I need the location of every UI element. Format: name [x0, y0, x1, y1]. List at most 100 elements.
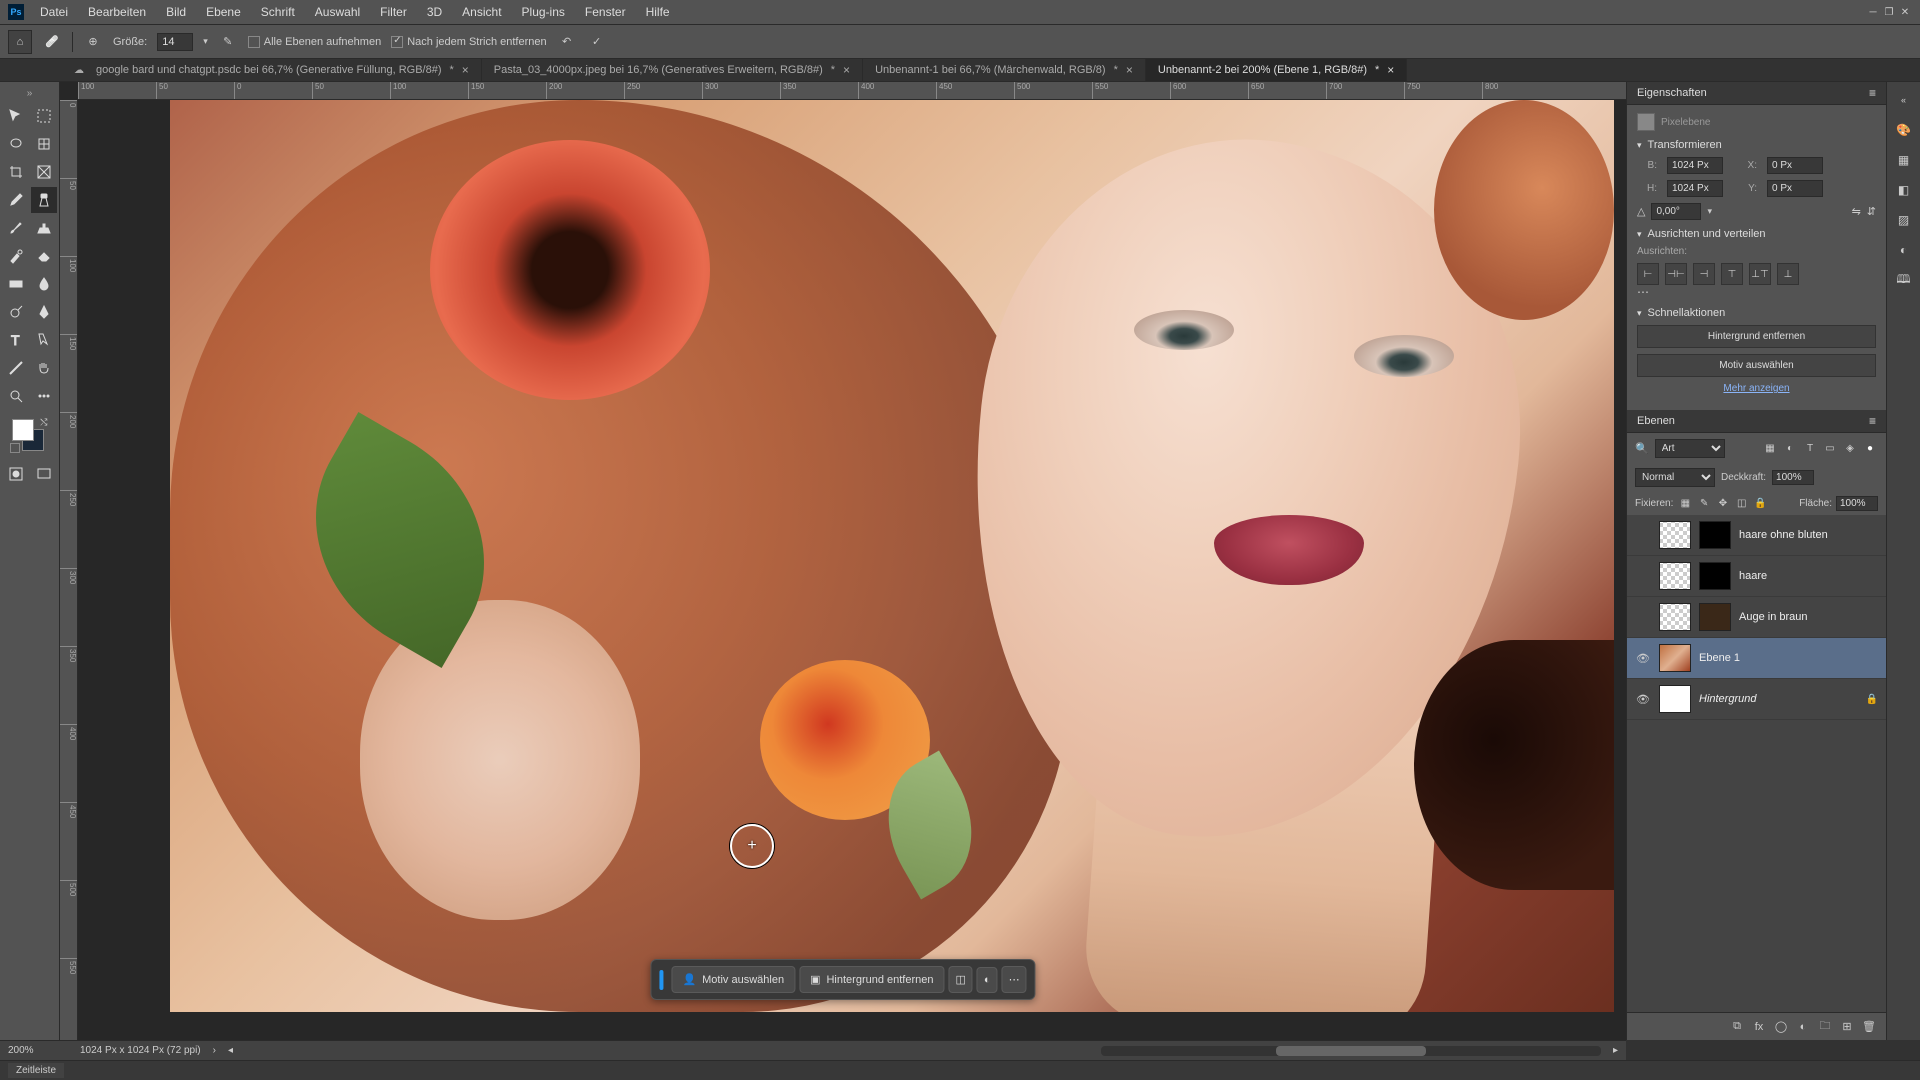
menu-3d[interactable]: 3D: [419, 1, 450, 23]
foreground-color[interactable]: [12, 419, 34, 441]
visibility-toggle[interactable]: [1635, 609, 1651, 625]
layer-mask-thumbnail[interactable]: [1699, 521, 1731, 549]
filter-adjust-icon[interactable]: ◐: [1782, 441, 1798, 457]
angle-input[interactable]: [1651, 203, 1701, 220]
layer-fx-icon[interactable]: fx: [1750, 1018, 1768, 1036]
type-tool[interactable]: T: [3, 327, 29, 353]
adjustment-icon[interactable]: ◐: [977, 967, 998, 993]
more-options-icon[interactable]: ⋯: [1002, 966, 1027, 993]
properties-panel-title[interactable]: Eigenschaften ≡: [1627, 82, 1886, 105]
align-top-icon[interactable]: ⊤: [1721, 263, 1743, 285]
qa-more-link[interactable]: Mehr anzeigen: [1637, 383, 1876, 394]
layer-thumbnail[interactable]: [1659, 521, 1691, 549]
crop-tool[interactable]: [3, 159, 29, 185]
height-input[interactable]: [1667, 180, 1723, 197]
lock-all-icon[interactable]: 🔒: [1752, 495, 1768, 511]
sample-all-checkbox[interactable]: Alle Ebenen aufnehmen: [248, 36, 381, 48]
remove-after-checkbox[interactable]: Nach jedem Strich entfernen: [391, 36, 546, 48]
layer-name[interactable]: haare ohne bluten: [1739, 529, 1828, 541]
lasso-tool[interactable]: [3, 131, 29, 157]
align-section-header[interactable]: ▾Ausrichten und verteilen: [1637, 228, 1876, 240]
move-tool[interactable]: [3, 103, 29, 129]
opacity-input[interactable]: [1772, 470, 1814, 485]
menu-select[interactable]: Auswahl: [307, 1, 368, 23]
info-arrow-icon[interactable]: ›: [213, 1045, 216, 1056]
swap-colors-icon[interactable]: ⤭: [40, 417, 47, 428]
zoom-level[interactable]: 200%: [8, 1045, 68, 1056]
x-input[interactable]: [1767, 157, 1823, 174]
ruler-horizontal[interactable]: 1005005010015020025030035040045050055060…: [78, 82, 1626, 100]
layer-thumbnail[interactable]: [1659, 685, 1691, 713]
frame-tool[interactable]: [31, 159, 57, 185]
swatches-panel-icon[interactable]: ▦: [1892, 148, 1916, 172]
pen-tool[interactable]: [31, 299, 57, 325]
layers-panel-title[interactable]: Ebenen ≡: [1627, 410, 1886, 433]
visibility-toggle[interactable]: 👁: [1635, 650, 1651, 666]
adjustment-layer-icon[interactable]: ◐: [1794, 1018, 1812, 1036]
canvas[interactable]: [170, 100, 1614, 1012]
filter-pixel-icon[interactable]: ▦: [1762, 441, 1778, 457]
align-left-icon[interactable]: ⊢: [1637, 263, 1659, 285]
libraries-panel-icon[interactable]: 🕮: [1892, 268, 1916, 292]
clone-stamp-tool[interactable]: [31, 215, 57, 241]
menu-view[interactable]: Ansicht: [454, 1, 509, 23]
layer-row[interactable]: haare: [1627, 556, 1886, 597]
brush-settings-icon[interactable]: ✎: [218, 32, 238, 52]
rectangle-tool[interactable]: [3, 355, 29, 381]
scroll-right-icon[interactable]: ▸: [1613, 1045, 1618, 1056]
eyedropper-tool[interactable]: [3, 187, 29, 213]
visibility-toggle[interactable]: 👁: [1635, 691, 1651, 707]
menu-image[interactable]: Bild: [158, 1, 194, 23]
menu-window[interactable]: Fenster: [577, 1, 634, 23]
panel-menu-icon[interactable]: ≡: [1869, 86, 1876, 100]
search-icon[interactable]: 🔍: [1635, 442, 1649, 455]
layer-row[interactable]: Auge in braun: [1627, 597, 1886, 638]
qa-remove-bg-button[interactable]: Hintergrund entfernen: [1637, 325, 1876, 348]
panel-menu-icon[interactable]: ≡: [1869, 414, 1876, 428]
blur-tool[interactable]: [31, 271, 57, 297]
close-tab-icon[interactable]: ×: [1387, 63, 1394, 77]
size-input[interactable]: [157, 33, 193, 51]
layer-name[interactable]: haare: [1739, 570, 1767, 582]
home-button[interactable]: ⌂: [8, 30, 32, 54]
screenmode-icon[interactable]: [31, 461, 57, 487]
gradients-panel-icon[interactable]: ◧: [1892, 178, 1916, 202]
collapse-toolbox-icon[interactable]: »: [27, 88, 33, 99]
window-restore-icon[interactable]: ❐: [1882, 5, 1896, 19]
blend-mode-select[interactable]: Normal: [1635, 468, 1715, 487]
select-subject-button[interactable]: 👤Motiv auswählen: [671, 966, 795, 993]
y-input[interactable]: [1767, 180, 1823, 197]
edit-toolbar-icon[interactable]: [31, 383, 57, 409]
visibility-toggle[interactable]: [1635, 527, 1651, 543]
layer-mask-thumbnail[interactable]: [1699, 562, 1731, 590]
gradient-tool[interactable]: [3, 271, 29, 297]
layer-mask-thumbnail[interactable]: [1699, 603, 1731, 631]
filter-type-icon[interactable]: T: [1802, 441, 1818, 457]
lock-pixels-icon[interactable]: ✎: [1696, 495, 1712, 511]
angle-dropdown-icon[interactable]: ▾: [1707, 206, 1712, 217]
mode-add-icon[interactable]: ⊕: [83, 32, 103, 52]
ruler-vertical[interactable]: 050100150200250300350400450500550: [60, 100, 78, 1040]
path-select-tool[interactable]: [31, 327, 57, 353]
commit-icon[interactable]: ✓: [587, 32, 607, 52]
menu-plugins[interactable]: Plug-ins: [514, 1, 573, 23]
collapse-dock-icon[interactable]: «: [1892, 88, 1916, 112]
align-right-icon[interactable]: ⊣: [1693, 263, 1715, 285]
menu-help[interactable]: Hilfe: [638, 1, 678, 23]
layer-row[interactable]: haare ohne bluten: [1627, 515, 1886, 556]
menu-type[interactable]: Schrift: [253, 1, 303, 23]
quickmask-icon[interactable]: [3, 461, 29, 487]
eraser-tool[interactable]: [31, 243, 57, 269]
tool-preset-icon[interactable]: 🩹: [42, 32, 62, 52]
filter-smart-icon[interactable]: ◈: [1842, 441, 1858, 457]
tab-document-1[interactable]: Pasta_03_4000px.jpeg bei 16,7% (Generati…: [482, 59, 863, 81]
contextual-task-bar[interactable]: 👤Motiv auswählen ▣Hintergrund entfernen …: [650, 959, 1035, 1000]
document-info[interactable]: 1024 Px x 1024 Px (72 ppi): [80, 1045, 201, 1056]
align-vcenter-icon[interactable]: ⊥⊤: [1749, 263, 1771, 285]
object-select-tool[interactable]: [31, 131, 57, 157]
color-panel-icon[interactable]: 🎨: [1892, 118, 1916, 142]
close-tab-icon[interactable]: ×: [462, 63, 469, 77]
layer-name[interactable]: Ebene 1: [1699, 652, 1740, 664]
width-input[interactable]: [1667, 157, 1723, 174]
close-tab-icon[interactable]: ×: [843, 63, 850, 77]
